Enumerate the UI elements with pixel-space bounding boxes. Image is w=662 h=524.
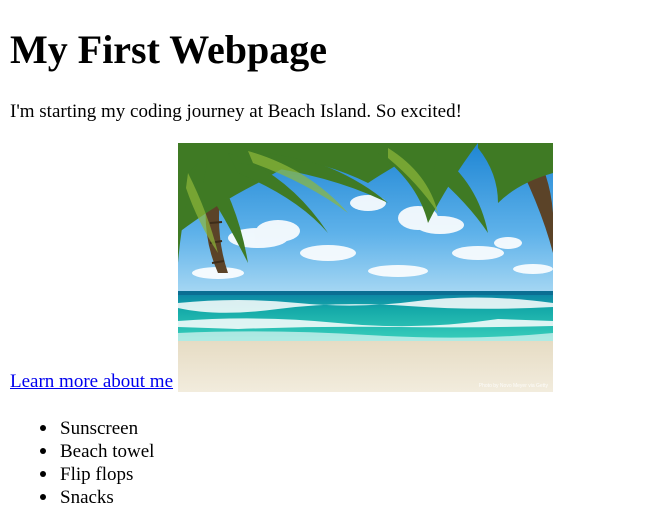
list-item: Flip flops bbox=[10, 463, 154, 486]
list-item-label: Flip flops bbox=[60, 464, 134, 485]
link-image-row: Learn more about me Photo by Novo Meyer … bbox=[10, 143, 554, 393]
image-credit: Photo by Novo Meyer via Getty bbox=[479, 383, 549, 389]
bullet-icon bbox=[40, 425, 46, 431]
beach-image: Photo by Novo Meyer via Getty bbox=[178, 143, 554, 392]
intro-paragraph: I'm starting my coding journey at Beach … bbox=[10, 101, 462, 122]
bullet-icon bbox=[40, 471, 46, 477]
bullet-icon bbox=[40, 448, 46, 454]
about-me-link[interactable]: Learn more about me bbox=[10, 371, 173, 393]
list-item-label: Snacks bbox=[60, 487, 114, 508]
page-title: My First Webpage bbox=[10, 27, 328, 72]
list-item: Snacks bbox=[10, 486, 154, 509]
packing-list: Sunscreen Beach towel Flip flops Snacks bbox=[10, 417, 154, 509]
list-item: Sunscreen bbox=[10, 417, 154, 440]
list-item-label: Sunscreen bbox=[60, 418, 139, 439]
list-item: Beach towel bbox=[10, 440, 154, 463]
list-item-label: Beach towel bbox=[60, 441, 155, 462]
bullet-icon bbox=[40, 494, 46, 500]
